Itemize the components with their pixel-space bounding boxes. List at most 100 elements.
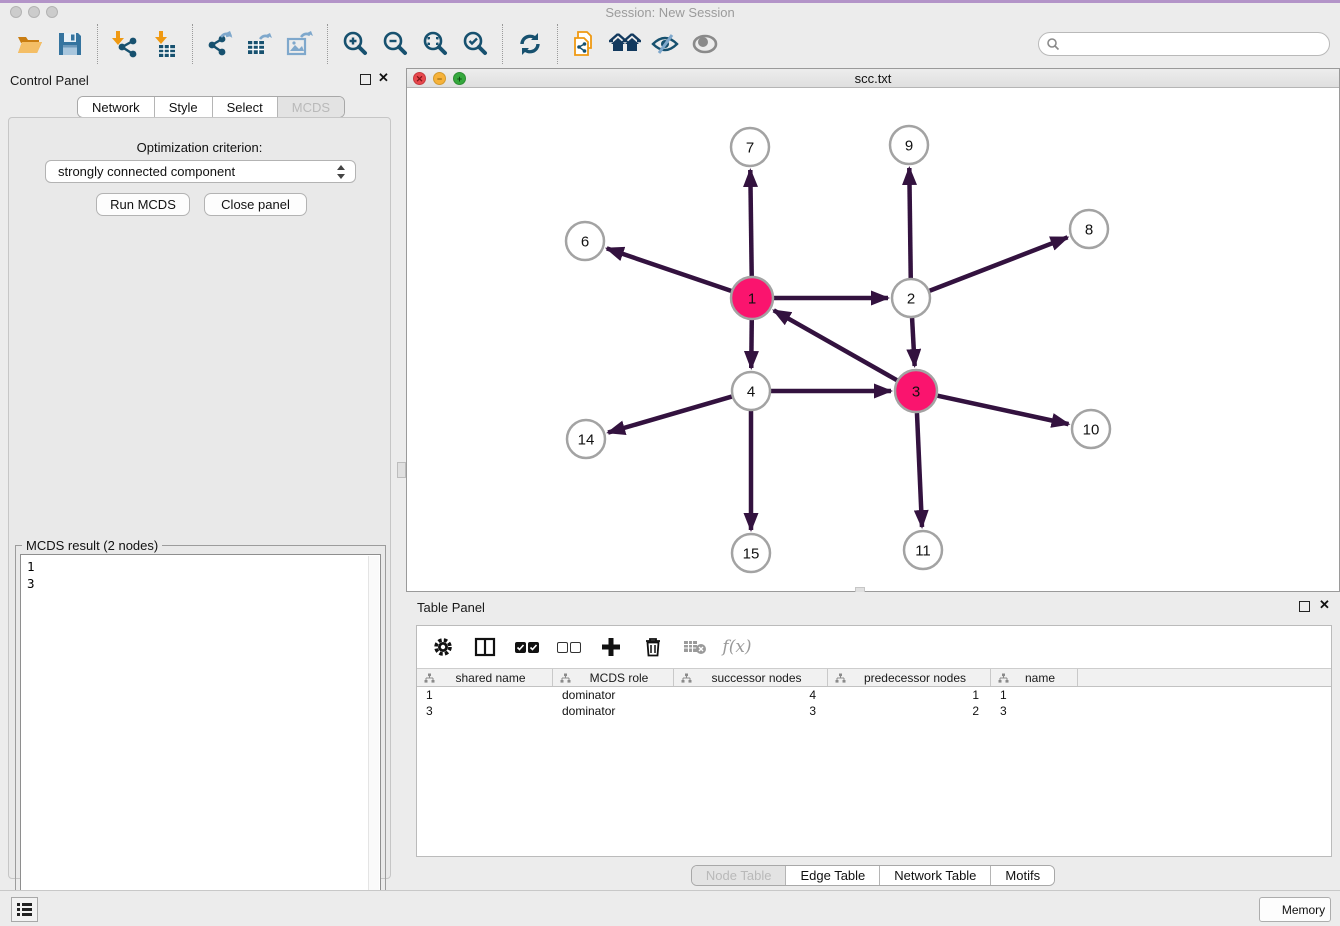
toolbar-separator [502,24,503,64]
toolbar-separator [97,24,98,64]
zoom-fit-button[interactable] [415,24,455,64]
splitter-grip-vertical[interactable] [397,462,406,478]
graph-edge-1-7[interactable] [750,170,751,276]
home-icon [609,29,641,59]
add-column-button[interactable] [597,633,625,661]
tab-node-table[interactable]: Node Table [692,866,787,885]
deselect-all-button[interactable] [555,633,583,661]
import-table-button[interactable] [145,24,185,64]
table-tabs: Node Table Edge Table Network Table Moti… [406,865,1340,886]
graph-edge-3-10[interactable] [937,396,1068,424]
graph-edge-1-4[interactable] [751,320,752,368]
graph-edge-1-6[interactable] [607,248,731,290]
graph-edge-2-9[interactable] [909,168,910,278]
graph-edges [607,168,1069,530]
graph-node-label-15: 15 [743,546,760,563]
column-header-filler [1078,669,1331,686]
tab-select[interactable]: Select [213,97,278,117]
graph-edge-2-3[interactable] [912,318,915,366]
network-view-window: ✕ − + scc.txt 7968124314101511 [406,68,1340,592]
show-all-networks-button[interactable] [605,24,645,64]
toolbar-separator [557,24,558,64]
graph-node-label-10: 10 [1083,422,1100,439]
eye-icon [690,29,720,59]
column-header-predecessor-nodes[interactable]: predecessor nodes [828,669,991,686]
table-settings-button[interactable] [429,633,457,661]
copy-network-button[interactable] [565,24,605,64]
tab-edge-table[interactable]: Edge Table [786,866,880,885]
zoom-out-icon [380,29,410,59]
table-row[interactable]: 1dominator411 [417,687,1331,703]
graph-edge-4-14[interactable] [608,397,732,433]
zoom-out-button[interactable] [375,24,415,64]
network-canvas[interactable]: 7968124314101511 [407,88,1339,591]
window-title: Session: New Session [0,5,1340,20]
hierarchy-icon [681,673,692,684]
table-cell[interactable]: 4 [674,687,828,703]
table-panel-title: Table Panel [417,600,485,615]
export-network-button[interactable] [200,24,240,64]
table-cell[interactable]: 1 [417,687,553,703]
table-row[interactable]: 3dominator323 [417,703,1331,719]
table-cell[interactable]: 3 [991,703,1078,719]
table-toolbar: f(x) [417,626,1331,668]
table-cell[interactable]: 3 [417,703,553,719]
open-session-button[interactable] [10,24,50,64]
toolbar-separator [192,24,193,64]
table-panel: Table Panel ✕ [406,592,1340,890]
memory-button[interactable]: Memory [1259,897,1331,922]
column-header-name[interactable]: name [991,669,1078,686]
network-window-titlebar[interactable]: ✕ − + scc.txt [407,69,1339,88]
tab-mcds[interactable]: MCDS [278,97,344,117]
application-window: Session: New Session [0,0,1340,926]
close-panel-button[interactable]: Close panel [204,193,307,216]
zoom-selected-button[interactable] [455,24,495,64]
column-header-shared-name[interactable]: shared name [417,669,553,686]
table-cell[interactable]: 1 [828,687,991,703]
delete-column-button[interactable] [639,633,667,661]
graph-edge-2-8[interactable] [930,237,1068,290]
table-cell[interactable]: dominator [553,703,674,719]
graph-node-label-3: 3 [912,384,920,401]
show-graphics-button[interactable] [685,24,725,64]
close-panel-icon[interactable]: ✕ [378,71,389,85]
import-table-icon [150,29,180,59]
tab-network-table[interactable]: Network Table [880,866,991,885]
table-cell[interactable]: 2 [828,703,991,719]
float-table-panel-icon[interactable] [1299,601,1310,612]
export-image-button[interactable] [280,24,320,64]
export-table-button[interactable] [240,24,280,64]
graph-node-label-4: 4 [747,384,755,401]
tab-network[interactable]: Network [78,97,155,117]
function-builder-button[interactable]: f(x) [723,633,751,661]
select-all-button[interactable] [513,633,541,661]
apply-layout-button[interactable] [510,24,550,64]
result-scrollbar[interactable] [368,556,379,916]
graph-edge-3-1[interactable] [774,310,897,380]
tab-style[interactable]: Style [155,97,213,117]
show-column-panel-button[interactable] [471,633,499,661]
node-table-container: f(x) shared nameMCDS rolesuccessor nodes… [416,625,1332,857]
delete-table-button[interactable] [681,633,709,661]
column-header-MCDS-role[interactable]: MCDS role [553,669,674,686]
float-panel-icon[interactable] [360,74,371,85]
status-bar: Memory [0,890,1340,926]
import-network-button[interactable] [105,24,145,64]
save-session-button[interactable] [50,24,90,64]
search-input[interactable] [1038,32,1330,56]
task-history-button[interactable] [11,897,38,922]
table-cell[interactable]: 3 [674,703,828,719]
run-mcds-button[interactable]: Run MCDS [96,193,190,216]
close-table-panel-icon[interactable]: ✕ [1319,598,1330,612]
zoom-in-button[interactable] [335,24,375,64]
criterion-dropdown[interactable]: strongly connected component [45,160,356,183]
graph-edge-3-11[interactable] [917,413,922,527]
table-cell[interactable]: 1 [991,687,1078,703]
column-header-successor-nodes[interactable]: successor nodes [674,669,828,686]
hierarchy-icon [424,673,435,684]
mcds-panel-body: Optimization criterion: strongly connect… [8,117,391,879]
mcds-result-text[interactable]: 1 3 [20,554,381,918]
hide-panel-button[interactable] [645,24,685,64]
table-cell[interactable]: dominator [553,687,674,703]
tab-motifs[interactable]: Motifs [991,866,1054,885]
